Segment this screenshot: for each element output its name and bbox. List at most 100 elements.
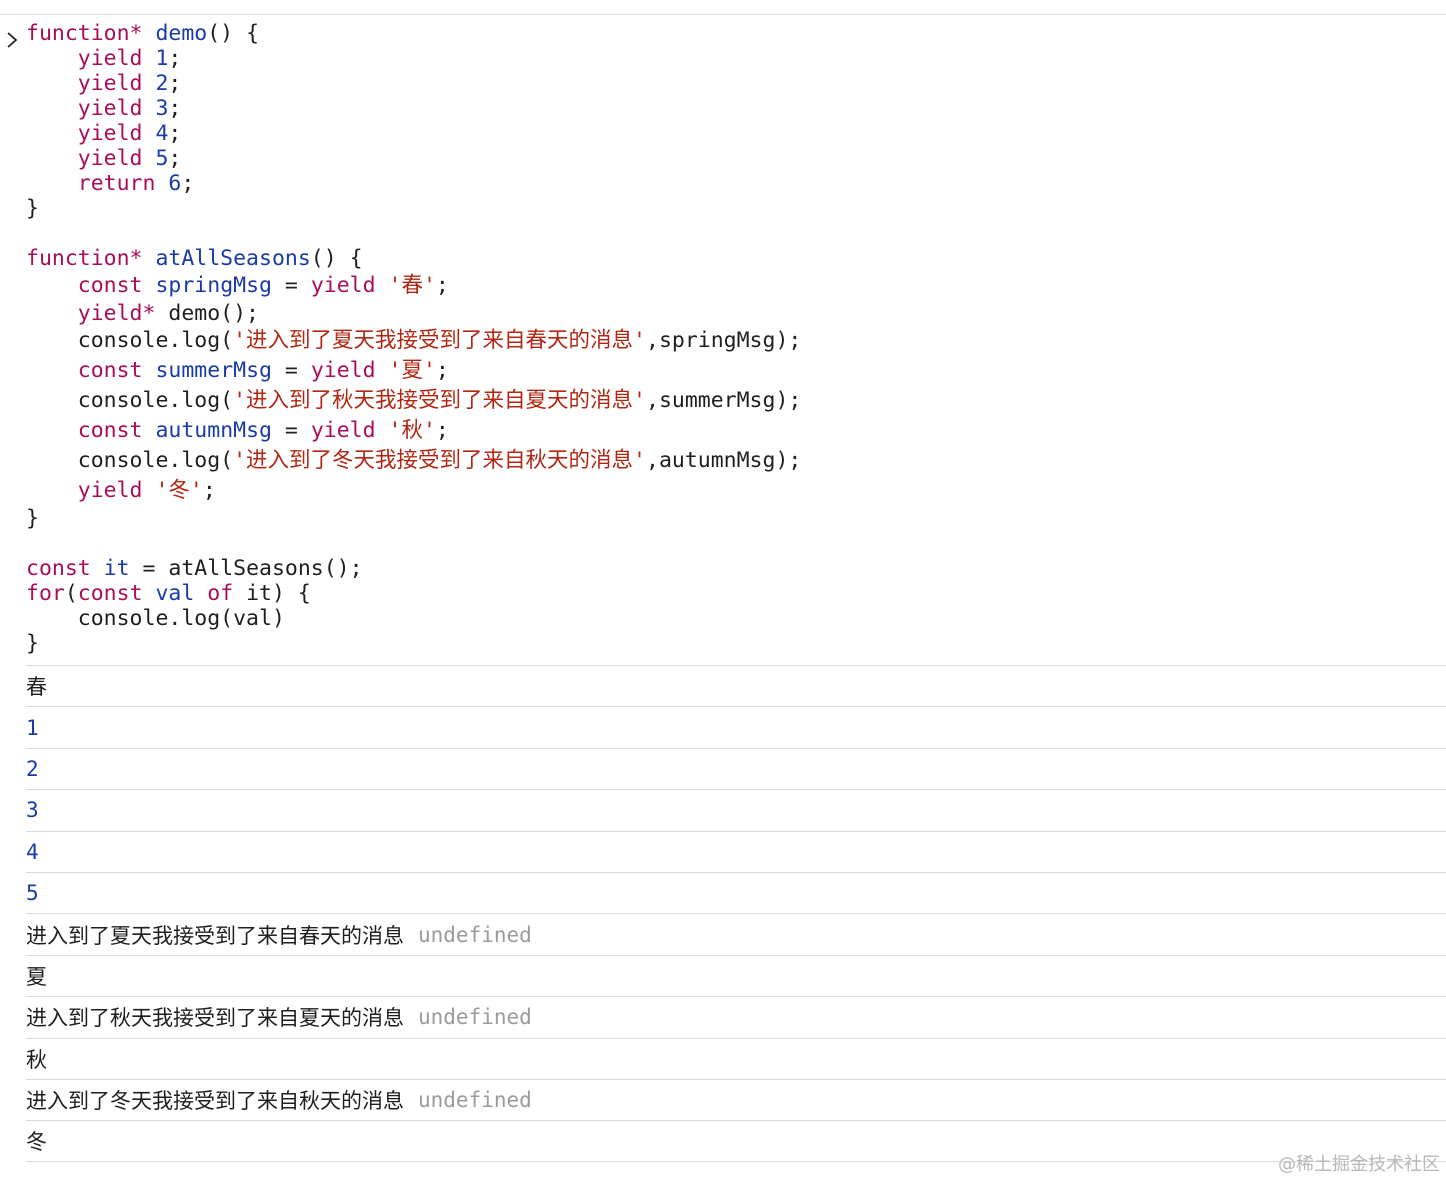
console-output-row: 秋 <box>26 1037 1446 1079</box>
code-token: it) { <box>233 581 311 606</box>
code-token: ; <box>168 121 182 146</box>
code-line: yield 1; <box>26 46 1426 71</box>
output-text: 进入到了夏天我接受到了来自春天的消息 <box>26 923 404 948</box>
code-token: summerMsg <box>155 358 272 383</box>
output-number: 1 <box>26 715 39 740</box>
code-line: console.log('进入到了夏天我接受到了来自春天的消息',springM… <box>26 326 1426 356</box>
code-line: const autumnMsg = yield '秋'; <box>26 416 1426 446</box>
code-token: ,summerMsg); <box>646 388 802 413</box>
code-token: demo(); <box>155 301 260 326</box>
code-line: } <box>26 506 1426 531</box>
code-token: it <box>103 556 130 581</box>
code-token: 1 <box>155 46 169 71</box>
code-token: return <box>77 171 156 196</box>
code-token: console.log( <box>26 448 234 473</box>
code-token: = <box>271 273 311 298</box>
code-token: '进入到了冬天我接受到了来自秋天的消息' <box>233 448 646 473</box>
code-token: ; <box>168 71 182 96</box>
console-output-row: 4 <box>26 830 1446 872</box>
output-text: 秋 <box>26 1047 47 1072</box>
console-output-row: 夏 <box>26 954 1446 996</box>
code-token: 3 <box>155 96 169 121</box>
code-token: yield* <box>77 301 156 326</box>
code-token: yield <box>77 46 143 71</box>
output-number: 2 <box>26 756 39 781</box>
console-output-row: 2 <box>26 747 1446 789</box>
code-token: } <box>26 196 39 221</box>
console-output-row: 进入到了秋天我接受到了来自夏天的消息 undefined <box>26 996 1446 1037</box>
code-token: = <box>271 358 311 383</box>
watermark: @稀土掘金技术社区 <box>1278 1154 1440 1175</box>
output-undefined: undefined <box>418 922 532 947</box>
console-output-row: 冬 <box>26 1120 1446 1162</box>
top-divider <box>0 14 1446 15</box>
output-text: 春 <box>26 675 47 700</box>
code-line: } <box>26 196 1426 221</box>
code-token: console.log( <box>26 328 234 353</box>
code-token: ; <box>181 171 195 196</box>
output-number: 3 <box>26 798 39 823</box>
code-line: const it = atAllSeasons(); <box>26 556 1426 581</box>
code-token: '冬' <box>155 478 203 503</box>
console-output-row: 进入到了冬天我接受到了来自秋天的消息 undefined <box>26 1078 1446 1120</box>
code-token: atAllSeasons <box>155 246 311 271</box>
code-token: const <box>77 418 143 443</box>
output-text: 进入到了秋天我接受到了来自夏天的消息 <box>26 1006 404 1031</box>
console-output-list: 春 1 2 3 4 5 进入到了夏天我接受到了来自春天的消息 undefined 夏进入到了秋天… <box>26 665 1446 1162</box>
code-token: for <box>26 581 65 606</box>
console-output-row: 5 <box>26 871 1446 913</box>
code-line: console.log('进入到了冬天我接受到了来自秋天的消息',autumnM… <box>26 446 1426 476</box>
code-line: console.log('进入到了秋天我接受到了来自夏天的消息',summerM… <box>26 386 1426 416</box>
code-token: ; <box>168 96 182 121</box>
code-token: ; <box>202 478 216 503</box>
code-token: ; <box>168 146 182 171</box>
code-token: const <box>26 556 91 581</box>
code-token: autumnMsg <box>155 418 272 443</box>
code-token: '春' <box>388 273 436 298</box>
console-output-row: 春 <box>26 665 1446 706</box>
code-token: yield <box>77 121 143 146</box>
code-token: ; <box>435 358 449 383</box>
code-token: '夏' <box>388 358 436 383</box>
code-token: console.log(val) <box>26 606 285 631</box>
code-token: function* <box>26 21 143 46</box>
output-undefined: undefined <box>418 1005 532 1030</box>
code-line: yield 4; <box>26 121 1426 146</box>
code-token: = atAllSeasons(); <box>129 556 363 581</box>
code-line: const summerMsg = yield '夏'; <box>26 356 1426 386</box>
output-undefined: undefined <box>418 1088 532 1113</box>
code-token: yield <box>77 478 143 503</box>
console-input-code[interactable]: function* demo() { yield 1; yield 2; yie… <box>26 21 1426 656</box>
code-token: of <box>207 581 234 606</box>
code-token: ; <box>168 46 182 71</box>
output-text: 夏 <box>26 964 47 989</box>
code-token: ,autumnMsg); <box>646 448 802 473</box>
code-token: val <box>155 581 195 606</box>
code-token: const <box>77 581 143 606</box>
code-token: () { <box>207 21 260 46</box>
code-token: demo <box>155 21 208 46</box>
code-token: () { <box>310 246 363 271</box>
code-line: yield 2; <box>26 71 1426 96</box>
code-line: const springMsg = yield '春'; <box>26 271 1426 301</box>
code-line: } <box>26 631 1426 656</box>
code-line: function* atAllSeasons() { <box>26 246 1426 271</box>
